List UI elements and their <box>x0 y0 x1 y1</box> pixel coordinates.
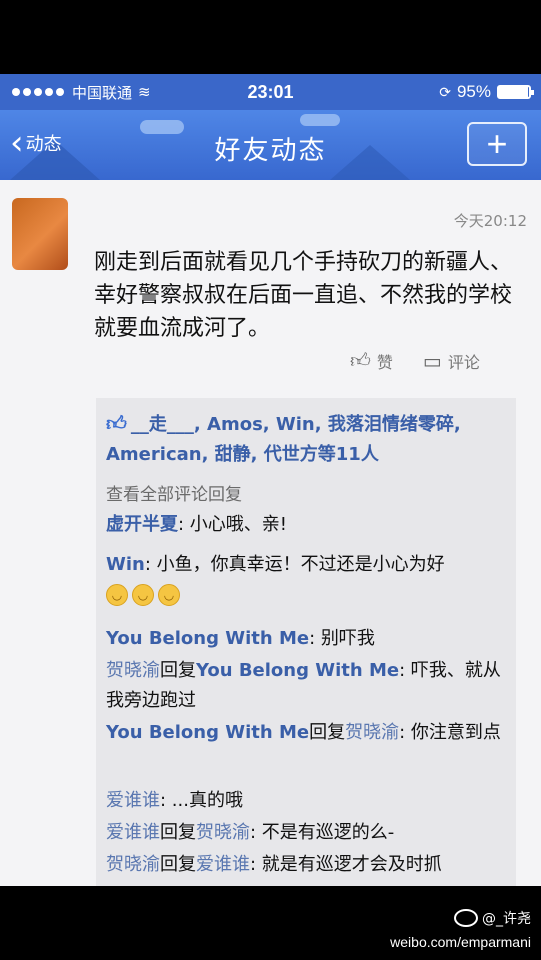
thumbs-up-icon: 👍︎ <box>350 348 371 372</box>
reply-target[interactable]: 爱谁谁 <box>196 854 250 875</box>
add-button[interactable]: + <box>467 122 527 166</box>
likes-line[interactable]: 👍︎ __走___, Amos, Win, 我落泪情绪零碎, American, … <box>106 408 506 470</box>
comment-item[interactable]: 贺晓渝回复爱谁谁: 就是有巡逻才会及时抓 <box>106 850 506 880</box>
status-bar: 中国联通 ≋ 23:01 ⟳ 95% <box>0 74 541 110</box>
page-title: 好友动态 <box>214 136 327 166</box>
comment-item[interactable]: Win: 小鱼，你真幸运！不过还是小心为好 <box>106 550 506 580</box>
battery-percent: 95% <box>456 82 491 101</box>
post-actions: 👍︎ 赞 ▭ 评论 <box>350 348 480 373</box>
comment-item[interactable]: You Belong With Me: 别吓我 <box>106 624 506 654</box>
battery-icon <box>497 85 534 99</box>
comment-text: ...真的哦 <box>171 790 243 811</box>
reply-word: 回复 <box>160 854 196 875</box>
likes-names: __走___, Amos, Win, 我落泪情绪零碎, American, 甜静… <box>106 414 461 465</box>
post-timestamp: 今天20:12 <box>453 212 527 230</box>
reply-word: 回复 <box>309 722 346 743</box>
comment-author[interactable]: 爱谁谁 <box>106 822 160 843</box>
comment-text: 就是有巡逻才会及时抓 <box>261 854 442 875</box>
emoji-icon: ◡ <box>158 584 180 606</box>
weibo-logo-icon <box>454 909 478 927</box>
reply-word: 回复 <box>160 660 196 681</box>
top-black-border <box>0 0 541 74</box>
comment-text: 小心哦、亲! <box>189 514 288 535</box>
nav-bar: ‹ 动态 好友动态 + <box>0 110 541 180</box>
watermark-username: @_许尧 <box>482 911 531 927</box>
comment-author[interactable]: 贺晓渝 <box>106 854 160 875</box>
comment-label: 评论 <box>447 352 480 372</box>
reply-target[interactable]: 贺晓渝 <box>345 722 399 743</box>
comment-section: 👍︎ __走___, Amos, Win, 我落泪情绪零碎, American, … <box>96 398 516 886</box>
reply-target[interactable]: 贺晓渝 <box>196 822 250 843</box>
comment-item[interactable]: 贺晓渝回复You Belong With Me: 吓我、就从我旁边跑过 <box>106 656 506 716</box>
carrier-name: 中国联通 <box>72 83 133 102</box>
reply-target[interactable]: You Belong With Me <box>196 660 399 681</box>
comment-item[interactable]: 爱谁谁回复贺晓渝: 不是有巡逻的么- <box>106 818 506 848</box>
view-all-comments-link[interactable]: 查看全部评论回复 <box>106 480 242 505</box>
emoji-icon: ◡ <box>106 584 128 606</box>
comment-text: 不是有巡逻的么- <box>261 822 395 843</box>
emoji-icon: ◡ <box>132 584 154 606</box>
comment-button[interactable]: ▭ 评论 <box>423 348 480 373</box>
avatar[interactable] <box>12 198 68 270</box>
post-text: 刚走到后面就看见几个手持砍刀的新疆人、幸好警察叔叔在后面一直追、不然我的学校就要… <box>94 250 513 341</box>
thumbs-up-icon: 👍︎ <box>106 411 127 435</box>
comment-author[interactable]: You Belong With Me <box>106 628 309 649</box>
watermark-user: @_许尧 <box>454 908 531 928</box>
comment-item[interactable]: 虚开半夏: 小心哦、亲! <box>106 510 506 540</box>
like-label: 赞 <box>376 352 393 372</box>
comment-item[interactable]: 爱谁谁: ...真的哦 <box>106 786 506 816</box>
comment-item[interactable]: You Belong With Me回复贺晓渝: 你注意到点 <box>106 718 506 748</box>
comment-icon: ▭ <box>422 348 442 373</box>
comment-text: 小鱼，你真幸运！不过还是小心为好 <box>156 554 445 575</box>
feed-content: 今天20:12 刚走到后面就看见几个手持砍刀的新疆人、幸好警察叔叔在后面一直追、… <box>0 180 541 886</box>
comment-author[interactable]: 虚开半夏 <box>106 514 178 535</box>
comment-author[interactable]: Win <box>106 554 145 575</box>
wifi-icon: ≋ <box>138 84 151 101</box>
like-button[interactable]: 👍︎ 赞 <box>350 348 393 373</box>
signal-strength-icon <box>12 88 64 96</box>
comment-author[interactable]: 爱谁谁 <box>106 790 160 811</box>
comment-text: 别吓我 <box>320 628 375 649</box>
emoji-row: ◡ ◡ ◡ <box>106 584 180 606</box>
rotation-lock-icon: ⟳ <box>439 83 451 100</box>
cloud-decoration <box>300 114 340 126</box>
comment-author[interactable]: 贺晓渝 <box>106 660 160 681</box>
watermark-url: weibo.com/emparmani <box>390 934 531 950</box>
comment-author[interactable]: You Belong With Me <box>106 722 309 743</box>
comment-text: 你注意到点 <box>410 722 501 743</box>
reply-word: 回复 <box>160 822 196 843</box>
